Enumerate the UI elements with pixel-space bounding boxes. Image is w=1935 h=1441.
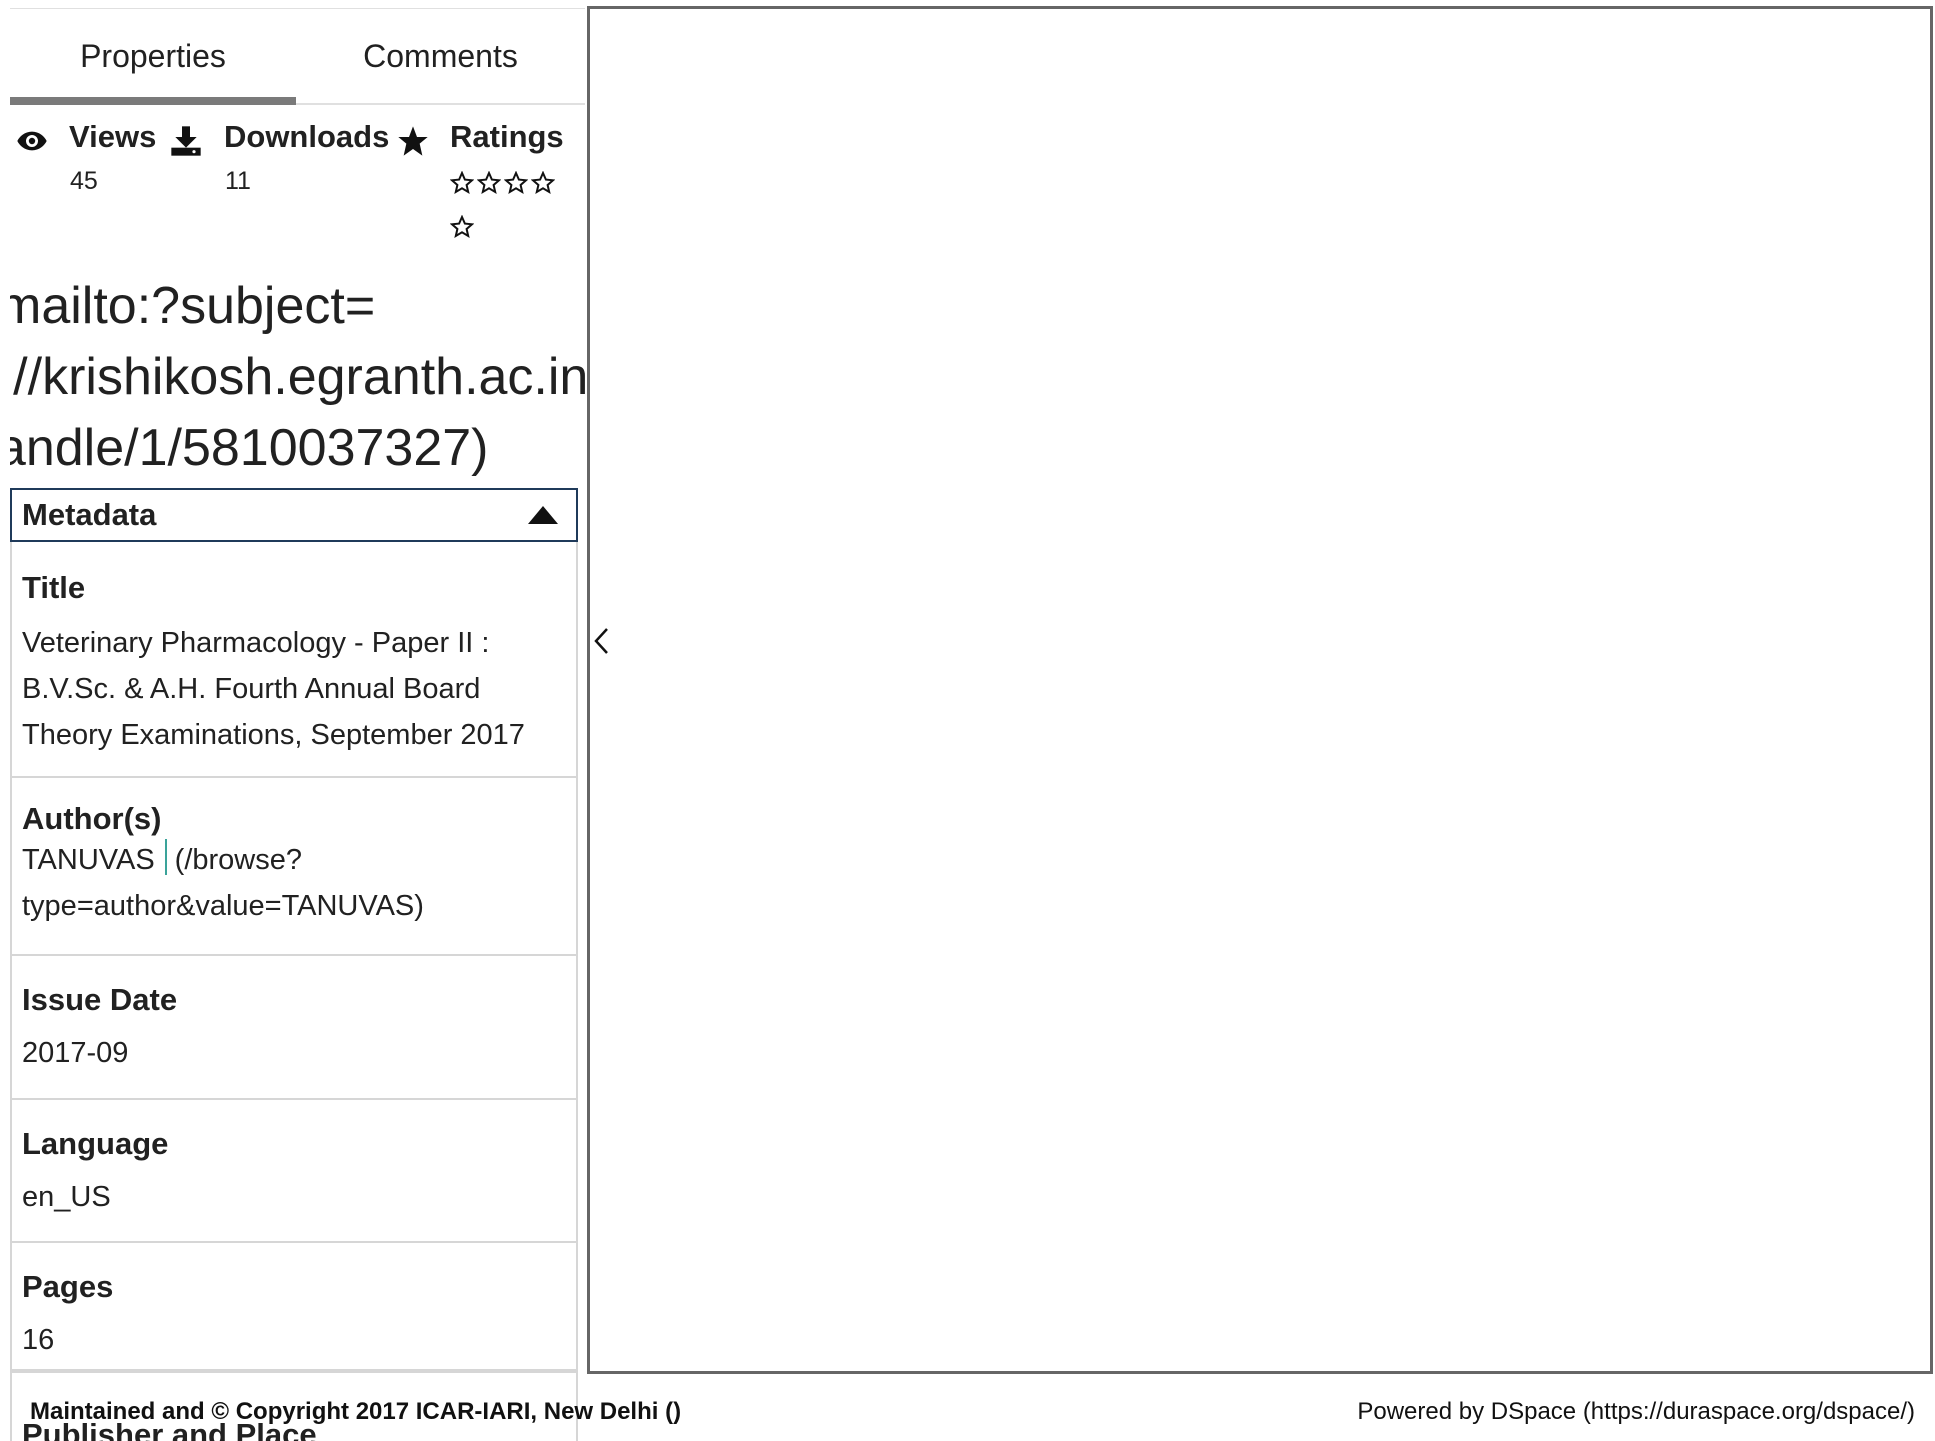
properties-panel: Properties Comments Views 45 Downloads 1… (10, 8, 585, 1441)
metadata-heading: Metadata (22, 497, 157, 532)
metadata-language: Language en_US (10, 1100, 578, 1243)
rating-star-row (450, 171, 570, 215)
item-stats: Views 45 Downloads 11 Ratings (10, 119, 585, 249)
downloads-label: Downloads (224, 119, 390, 154)
metadata-label: Title (22, 570, 86, 605)
rating-star-icon[interactable] (504, 171, 528, 195)
rating-star-row (450, 215, 570, 259)
author-entry: TANUVAS (/browse?type=author&value=TANUVA… (22, 837, 566, 929)
metadata-label: Pages (22, 1269, 114, 1304)
star-icon (398, 126, 428, 156)
download-icon (171, 126, 201, 156)
caret-up-icon (528, 506, 558, 524)
share-email-link[interactable]: mailto:?subject= https://krishikosh.egra… (10, 271, 585, 481)
metadata-value: 16 (22, 1324, 55, 1356)
footer-copyright[interactable]: Maintained and © Copyright 2017 ICAR-IAR… (30, 1398, 681, 1426)
active-tab-indicator (10, 97, 296, 105)
metadata-value: en_US (22, 1181, 111, 1213)
share-link-line-3: handle/1/5810037327) (10, 419, 489, 477)
metadata-list: Title Veterinary Pharmacology - Paper II… (10, 542, 578, 1441)
rating-stars[interactable] (450, 171, 570, 259)
share-link-line-2: https://krishikosh.egranth.ac.in (10, 348, 585, 406)
views-count: 45 (70, 167, 98, 195)
metadata-value: Veterinary Pharmacology - Paper II : B.V… (22, 627, 525, 751)
eye-icon (17, 131, 47, 151)
tab-properties-label: Properties (80, 37, 226, 74)
rating-star-icon[interactable] (531, 171, 555, 195)
tab-comments[interactable]: Comments (296, 9, 585, 103)
author-name[interactable]: TANUVAS (22, 844, 155, 876)
footer-powered-by[interactable]: Powered by DSpace (https://duraspace.org… (1357, 1398, 1915, 1426)
document-viewer[interactable] (587, 6, 1933, 1374)
metadata-authors: Author(s) TANUVAS (/browse?type=author&va… (10, 778, 578, 956)
rating-star-icon[interactable] (450, 171, 474, 195)
rating-star-icon[interactable] (477, 171, 501, 195)
metadata-issue-date: Issue Date 2017-09 (10, 956, 578, 1100)
metadata-accordion-header[interactable]: Metadata (10, 488, 578, 542)
tab-bar: Properties Comments (10, 9, 585, 105)
downloads-count: 11 (225, 167, 251, 195)
metadata-label: Author(s) (22, 801, 162, 836)
chevron-left-icon[interactable] (590, 624, 612, 658)
metadata-value: 2017-09 (22, 1037, 129, 1069)
metadata-title: Title Veterinary Pharmacology - Paper II… (10, 542, 578, 778)
metadata-pages: Pages 16 (10, 1243, 578, 1371)
share-link-line-1: mailto:?subject= (10, 277, 376, 335)
rating-star-icon[interactable] (450, 215, 474, 239)
metadata-label: Issue Date (22, 982, 178, 1017)
tab-properties[interactable]: Properties (10, 9, 296, 103)
tab-comments-label: Comments (363, 37, 518, 74)
metadata-label: Language (22, 1126, 169, 1161)
author-separator (164, 839, 167, 875)
views-label: Views (69, 119, 157, 154)
ratings-label: Ratings (450, 119, 564, 154)
page-footer: Maintained and © Copyright 2017 ICAR-IAR… (0, 1390, 1935, 1440)
